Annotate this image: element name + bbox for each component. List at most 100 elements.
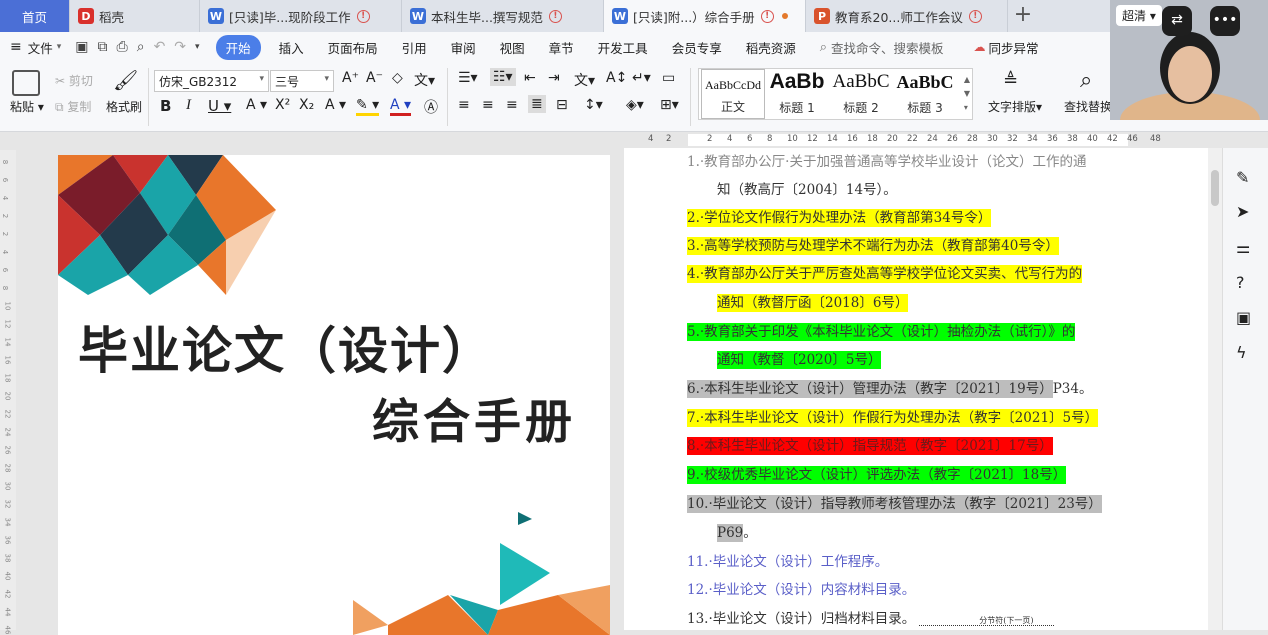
menu-start[interactable]: 开始 <box>215 34 261 60</box>
grow-font-icon[interactable]: A⁺ <box>342 70 359 86</box>
document-line[interactable]: 13.·毕业论文（设计）归档材料目录。 分节符(下一页) <box>687 607 1054 627</box>
menu-section[interactable]: 章节 <box>549 38 574 57</box>
strikethrough-button[interactable]: A ▾ <box>246 97 267 113</box>
redo-icon[interactable]: ↷ <box>174 39 186 55</box>
font-name-select[interactable]: 仿宋_GB2312 ▾ <box>154 70 269 92</box>
align-right-icon[interactable]: ≡ <box>506 97 518 113</box>
bullet-list-icon[interactable]: ☰▾ <box>458 70 478 86</box>
image-tool-icon[interactable]: ▣ <box>1236 308 1256 328</box>
undo-icon[interactable]: ↶ <box>154 39 166 55</box>
tab-docer[interactable]: D 稻壳 <box>70 0 200 32</box>
document-line[interactable]: 10.·毕业论文（设计）指导教师考核管理办法（教字〔2021〕23号） <box>687 492 1102 513</box>
webcam-name[interactable]: 超清 ▾ <box>1116 4 1162 26</box>
bold-button[interactable]: B <box>160 97 171 115</box>
sort-icon[interactable]: A↕ <box>606 70 627 86</box>
shading-icon[interactable]: ◈▾ <box>626 97 644 113</box>
paste-button[interactable]: 粘贴 ▾ <box>10 98 44 115</box>
tab-home[interactable]: 首页 <box>0 0 70 32</box>
text-layout-button[interactable]: 文字排版▾ <box>988 98 1042 115</box>
find-replace-button[interactable]: 查找替换 <box>1064 98 1110 115</box>
document-page[interactable]: 1.·教育部办公厅·关于加强普通高等学校毕业设计（论文）工作的通知（教高厅〔20… <box>624 148 1208 630</box>
align-center-icon[interactable]: ≡ <box>482 97 494 113</box>
more-options-button[interactable]: ••• <box>1210 6 1240 36</box>
style-heading-1[interactable]: AaBb 标题 1 <box>765 69 829 119</box>
highlight-icon[interactable]: ✎ ▾ <box>356 97 380 116</box>
document-line[interactable]: 2.·学位论文作假行为处理办法（教育部第34号令） <box>687 206 992 227</box>
file-menu[interactable]: ≡ 文件 ▾ <box>10 38 61 57</box>
save-icon[interactable]: ▣ <box>75 39 88 55</box>
menu-page-layout[interactable]: 页面布局 <box>328 38 378 57</box>
help-icon[interactable]: ? <box>1236 273 1256 293</box>
align-left-icon[interactable]: ≡ <box>458 97 470 113</box>
lightning-icon[interactable]: ϟ <box>1236 343 1256 363</box>
borders-icon[interactable]: ⊞▾ <box>660 97 679 113</box>
document-line[interactable]: 1.·教育部办公厅·关于加强普通高等学校毕业设计（论文）工作的通 <box>687 150 1086 170</box>
document-line[interactable]: 知（教高厅〔2004〕14号）。 <box>717 178 897 198</box>
document-line[interactable]: 通知（教督厅函〔2018〕6号） <box>717 291 909 312</box>
export-icon[interactable]: ⧉ <box>98 39 108 55</box>
increase-indent-icon[interactable]: ⇥ <box>548 70 560 86</box>
style-heading-2[interactable]: AaBbC 标题 2 <box>829 69 893 119</box>
document-line[interactable]: P69。 <box>717 521 757 542</box>
print-preview-icon[interactable]: ⌕ <box>137 39 145 55</box>
show-marks-icon[interactable]: ↵▾ <box>632 70 651 86</box>
document-line[interactable]: 9.·校级优秀毕业论文（设计）评选办法（教字〔2021〕18号） <box>687 463 1067 484</box>
subscript-button[interactable]: X₂ <box>299 97 314 113</box>
menu-review[interactable]: 审阅 <box>451 38 476 57</box>
superscript-button[interactable]: X² <box>275 97 290 113</box>
print-icon[interactable]: ⎙ <box>117 39 128 55</box>
document-line[interactable]: 11.·毕业论文（设计）工作程序。 <box>687 550 888 570</box>
tab-document-3[interactable]: W [只读]附...）综合手册 ! <box>604 0 806 32</box>
menu-developer[interactable]: 开发工具 <box>598 38 648 57</box>
command-search[interactable]: 查找命令、搜索模板 <box>831 38 944 57</box>
table-lines-icon[interactable]: ▭ <box>662 70 675 86</box>
chevron-down-icon[interactable]: ▾ <box>195 42 200 52</box>
menu-view[interactable]: 视图 <box>500 38 525 57</box>
cover-page[interactable]: 毕业论文（设计） 综合手册 <box>58 155 610 635</box>
vertical-scrollbar[interactable] <box>1208 148 1222 630</box>
numbered-list-icon[interactable]: ☷▾ <box>490 68 516 86</box>
menu-insert[interactable]: 插入 <box>279 38 304 57</box>
tab-document-1[interactable]: W [只读]毕...现阶段工作 ! <box>200 0 402 32</box>
document-line[interactable]: 3.·高等学校预防与处理学术不端行为办法（教育部第40号令） <box>687 234 1059 255</box>
menu-docer-resources[interactable]: 稻壳资源 <box>746 38 796 57</box>
chinese-layout-icon[interactable]: 文▾ <box>574 70 595 90</box>
style-heading-3[interactable]: AaBbC 标题 3 <box>893 69 957 119</box>
justify-icon[interactable]: ≣ <box>528 95 546 113</box>
adjust-sliders-icon[interactable]: ⚌ <box>1236 238 1256 258</box>
new-tab-button[interactable]: + <box>1012 3 1034 27</box>
copy-button[interactable]: ⧉ 复制 <box>55 98 91 115</box>
camera-switch-button[interactable]: ⇄ <box>1162 6 1192 36</box>
shrink-font-icon[interactable]: A⁻ <box>366 70 383 86</box>
document-line[interactable]: 通知（教督〔2020〕5号） <box>717 348 882 369</box>
document-line[interactable]: 5.·教育部关于印发《本科毕业论文（设计）抽检办法（试行）》的 <box>687 320 1076 341</box>
tab-presentation[interactable]: P 教育系20...师工作会议 ! <box>806 0 1008 32</box>
document-line[interactable]: 6.·本科生毕业论文（设计）管理办法（教字〔2021〕19号）P34。 <box>687 377 1092 398</box>
font-size-select[interactable]: 三号 ▾ <box>270 70 334 92</box>
gallery-scroll-icon[interactable]: ▲ ▼ ▾ <box>964 73 970 115</box>
tab-document-2[interactable]: W 本科生毕...撰写规范 ! <box>402 0 604 32</box>
clear-format-icon[interactable]: ◇ <box>392 70 403 86</box>
pen-icon[interactable]: ✎ <box>1236 168 1256 188</box>
text-effect-button[interactable]: A ▾ <box>325 97 346 113</box>
char-border-icon[interactable]: Ⓐ <box>424 97 438 117</box>
italic-button[interactable]: I <box>186 97 191 114</box>
document-line[interactable]: 12.·毕业论文（设计）内容材料目录。 <box>687 578 915 598</box>
scrollbar-thumb[interactable] <box>1211 170 1219 206</box>
sync-status[interactable]: 同步异常 <box>989 38 1039 57</box>
decrease-indent-icon[interactable]: ⇤ <box>524 70 536 86</box>
style-normal[interactable]: AaBbCcDd 正文 <box>701 69 765 119</box>
menu-references[interactable]: 引用 <box>402 38 427 57</box>
format-painter-button[interactable]: 格式刷 <box>106 98 142 115</box>
select-pointer-icon[interactable]: ➤ <box>1236 202 1256 222</box>
line-spacing-icon[interactable]: ↕▾ <box>584 97 603 113</box>
document-line[interactable]: 7.·本科生毕业论文（设计）作假行为处理办法（教字〔2021〕5号） <box>687 406 1099 427</box>
document-line[interactable]: 8.·本科生毕业论文（设计）指导规范（教字〔2021〕17号） <box>687 434 1053 455</box>
document-line[interactable]: 4.·教育部办公厅关于严厉查处高等学校学位论文买卖、代写行为的 <box>687 262 1083 283</box>
underline-button[interactable]: U ▾ <box>208 97 231 115</box>
menu-member[interactable]: 会员专享 <box>672 38 722 57</box>
font-color-icon[interactable]: A ▾ <box>390 97 412 116</box>
phonetic-guide-icon[interactable]: 文▾ <box>414 70 435 90</box>
cut-button[interactable]: ✂ 剪切 <box>55 72 93 89</box>
distribute-icon[interactable]: ⊟ <box>556 97 568 113</box>
